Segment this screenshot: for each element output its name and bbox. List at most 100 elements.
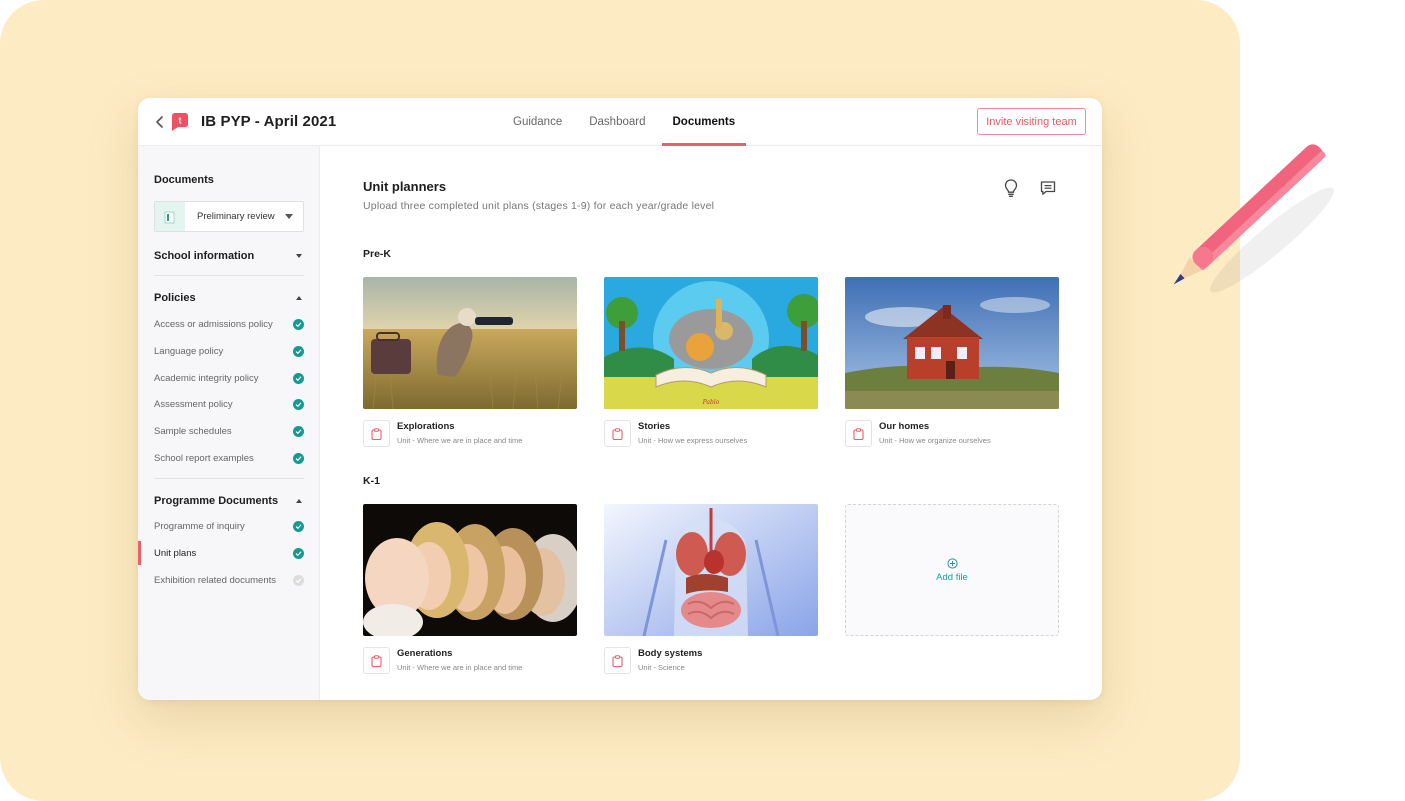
- unit-thumbnail: [604, 504, 818, 636]
- add-file-button[interactable]: Add file: [845, 504, 1059, 636]
- unit-card-stories[interactable]: Pablo Stories Unit - How we express ours…: [604, 277, 818, 449]
- unit-thumbnail: [845, 277, 1059, 409]
- red-house-image: [845, 277, 1059, 409]
- top-tabs: Guidance Dashboard Documents: [502, 98, 751, 146]
- storybook-animals-image: Pablo: [604, 277, 818, 409]
- unit-thumbnail: Pablo: [604, 277, 818, 409]
- app-logo-icon: t: [172, 113, 188, 131]
- divider: [154, 478, 304, 479]
- card-subtitle: Unit - Science: [638, 663, 685, 672]
- section-label: School information: [154, 250, 255, 262]
- section-programme-documents[interactable]: Programme Documents: [154, 492, 304, 510]
- check-icon: [293, 547, 304, 559]
- clipboard-icon: [363, 420, 390, 447]
- storybook-image-watermark: Pablo: [702, 399, 720, 406]
- unit-card-body-systems[interactable]: Body systems Unit - Science: [604, 504, 818, 676]
- comment-icon[interactable]: [1039, 179, 1057, 197]
- sidebar-item-exhibition-documents[interactable]: Exhibition related documents: [138, 570, 320, 590]
- sidebar-item-label: Language policy: [154, 345, 224, 357]
- stage-select[interactable]: Preliminary review: [154, 201, 304, 232]
- check-icon: [293, 398, 304, 410]
- sidebar-item-label: Sample schedules: [154, 425, 232, 437]
- card-meta: Generations Unit - Where we are in place…: [363, 647, 577, 676]
- lightbulb-icon[interactable]: [1002, 178, 1020, 198]
- sidebar-item-label: Unit plans: [154, 547, 197, 559]
- check-icon: [293, 452, 304, 464]
- invite-visiting-team-button[interactable]: Invite visiting team: [977, 108, 1086, 135]
- section-label: Programme Documents: [154, 495, 279, 507]
- sidebar-item-school-report-examples[interactable]: School report examples: [138, 448, 320, 468]
- sidebar-item-label: Academic integrity policy: [154, 372, 259, 384]
- section-subtitle: Upload three completed unit plans (stage…: [363, 200, 715, 212]
- chevron-down-icon: [285, 214, 293, 219]
- stage-icon: [155, 202, 185, 231]
- sidebar-item-academic-integrity-policy[interactable]: Academic integrity policy: [138, 368, 320, 388]
- section-school-information[interactable]: School information: [154, 247, 304, 265]
- section-title: Unit planners: [363, 179, 447, 194]
- card-meta: Explorations Unit - Where we are in plac…: [363, 420, 577, 449]
- sidebar-item-label: School report examples: [154, 452, 254, 464]
- clipboard-icon: [363, 647, 390, 674]
- sidebar-item-unit-plans[interactable]: Unit plans: [138, 541, 320, 565]
- add-file-label: Add file: [936, 571, 968, 583]
- clipboard-icon: [845, 420, 872, 447]
- page-title: IB PYP - April 2021: [201, 113, 337, 130]
- sidebar-item-programme-of-inquiry[interactable]: Programme of inquiry: [138, 516, 320, 536]
- group-label-pre-k: Pre-K: [363, 248, 392, 260]
- card-title: Explorations: [397, 421, 455, 432]
- card-text: Our homes Unit - How we organize ourselv…: [879, 420, 991, 449]
- card-title: Generations: [397, 648, 453, 659]
- group-label-k-1: K-1: [363, 475, 380, 487]
- sidebar-heading: Documents: [154, 174, 214, 186]
- card-text: Body systems Unit - Science: [638, 647, 702, 676]
- tab-dashboard[interactable]: Dashboard: [578, 98, 656, 146]
- child-binoculars-image: [363, 277, 577, 409]
- unit-card-our-homes[interactable]: Our homes Unit - How we organize ourselv…: [845, 277, 1059, 449]
- sidebar-item-access-policy[interactable]: Access or admissions policy: [138, 314, 320, 334]
- check-icon: [293, 425, 304, 437]
- plus-circle-icon: [946, 557, 958, 569]
- sidebar-item-assessment-policy[interactable]: Assessment policy: [138, 394, 320, 414]
- check-icon: [293, 345, 304, 357]
- tab-documents[interactable]: Documents: [661, 98, 747, 146]
- caret-down-icon: [296, 254, 302, 258]
- check-icon: [293, 520, 304, 532]
- tab-guidance[interactable]: Guidance: [502, 98, 573, 146]
- sidebar-item-sample-schedules[interactable]: Sample schedules: [138, 421, 320, 441]
- card-title: Stories: [638, 421, 671, 432]
- document-stage-icon: [164, 211, 175, 223]
- sidebar-item-language-policy[interactable]: Language policy: [138, 341, 320, 361]
- pencil-illustration: [1173, 144, 1334, 293]
- card-title: Body systems: [638, 648, 703, 659]
- card-subtitle: Unit - How we express ourselves: [638, 436, 748, 445]
- main-content: Unit planners Upload three completed uni…: [320, 146, 1102, 700]
- check-icon: [293, 372, 304, 384]
- unit-card-explorations[interactable]: Explorations Unit - Where we are in plac…: [363, 277, 577, 449]
- card-text: Explorations Unit - Where we are in plac…: [397, 420, 522, 449]
- sidebar-item-label: Programme of inquiry: [154, 520, 245, 532]
- sidebar-item-label: Exhibition related documents: [154, 574, 276, 586]
- card-subtitle: Unit - How we organize ourselves: [879, 436, 991, 445]
- card-subtitle: Unit - Where we are in place and time: [397, 436, 523, 445]
- caret-up-icon: [296, 296, 302, 300]
- card-meta: Body systems Unit - Science: [604, 647, 818, 676]
- section-policies[interactable]: Policies: [154, 289, 304, 307]
- sidebar-item-label: Access or admissions policy: [154, 318, 273, 330]
- clipboard-icon: [604, 647, 631, 674]
- card-text: Stories Unit - How we express ourselves: [638, 420, 747, 449]
- check-icon: [293, 318, 304, 330]
- card-meta: Stories Unit - How we express ourselves: [604, 420, 818, 449]
- unit-card-generations[interactable]: Generations Unit - Where we are in place…: [363, 504, 577, 676]
- clipboard-icon: [604, 420, 631, 447]
- card-text: Generations Unit - Where we are in place…: [397, 647, 522, 676]
- top-bar: t IB PYP - April 2021 Guidance Dashboard…: [138, 98, 1102, 146]
- chevron-left-icon[interactable]: [152, 113, 168, 131]
- anatomy-organs-image: [604, 504, 818, 636]
- unit-thumbnail: [363, 504, 577, 636]
- card-title: Our homes: [879, 421, 930, 432]
- generations-faces-image: [363, 504, 577, 636]
- svg-text:t: t: [179, 116, 182, 126]
- stage-select-value: Preliminary review: [197, 211, 275, 222]
- pending-check-icon: [293, 574, 304, 586]
- app-window: t IB PYP - April 2021 Guidance Dashboard…: [138, 98, 1102, 700]
